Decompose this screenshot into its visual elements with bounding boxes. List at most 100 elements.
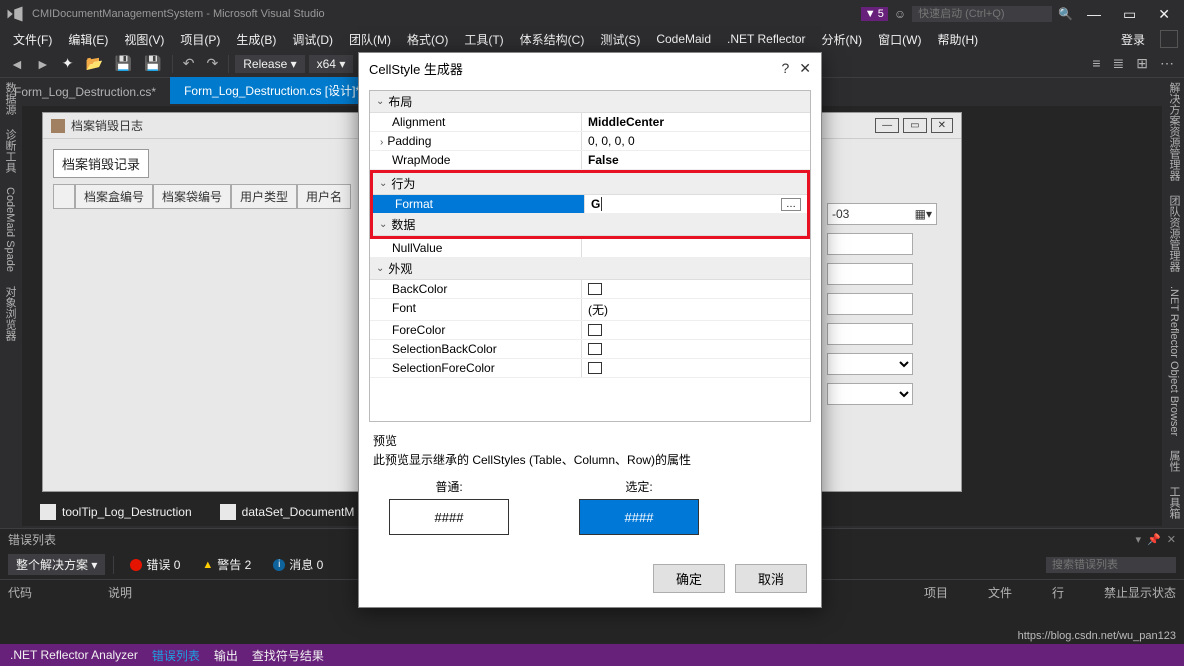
login-link[interactable]: 登录 xyxy=(1114,29,1152,50)
tray-dataset[interactable]: dataSet_DocumentM xyxy=(220,504,355,520)
cat-appearance[interactable]: ⌄外观 xyxy=(370,258,810,280)
date-picker[interactable]: -03▦▾ xyxy=(827,203,937,225)
prop-alignment[interactable]: Alignment xyxy=(370,113,582,131)
menu-debug[interactable]: 调试(D) xyxy=(285,29,340,50)
rail-solution-explorer[interactable]: 解决方案资源管理器 xyxy=(1164,78,1184,185)
col-desc[interactable]: 说明 xyxy=(108,584,132,601)
menu-window[interactable]: 窗口(W) xyxy=(871,29,928,50)
col-file[interactable]: 文件 xyxy=(988,584,1012,601)
field-2[interactable] xyxy=(827,263,913,285)
dialog-close-button[interactable]: ✕ xyxy=(799,60,811,77)
rail-object-browser[interactable]: 对象浏览器 xyxy=(0,282,20,345)
status-reflector[interactable]: .NET Reflector Analyzer xyxy=(10,648,138,662)
config-dropdown[interactable]: Release ▾ xyxy=(235,55,304,73)
errors-filter[interactable]: 错误 0 xyxy=(122,554,188,575)
prop-wrapmode[interactable]: WrapMode xyxy=(370,151,582,169)
menu-build[interactable]: 生成(B) xyxy=(229,29,283,50)
status-find[interactable]: 查找符号结果 xyxy=(252,647,324,664)
messages-filter[interactable]: 消息 0 xyxy=(265,554,331,575)
menu-analyze[interactable]: 分析(N) xyxy=(815,29,870,50)
back-button[interactable]: ◄ xyxy=(6,54,28,74)
notifications-badge[interactable]: ▼5 xyxy=(861,7,888,21)
rail-properties[interactable]: 属性 xyxy=(1164,446,1184,476)
cat-layout[interactable]: ⌄布局 xyxy=(370,91,810,113)
prop-backcolor[interactable]: BackColor xyxy=(370,280,582,298)
undo-button[interactable]: ↶ xyxy=(179,53,199,74)
menu-test[interactable]: 测试(S) xyxy=(593,29,647,50)
status-error-list[interactable]: 错误列表 xyxy=(152,647,200,664)
prop-format-value[interactable]: G… xyxy=(585,195,807,213)
col-project[interactable]: 项目 xyxy=(924,584,948,601)
redo-button[interactable]: ↷ xyxy=(203,53,223,74)
rail-reflector-browser[interactable]: .NET Reflector Object Browser xyxy=(1166,282,1182,440)
menu-help[interactable]: 帮助(H) xyxy=(931,29,986,50)
format-ellipsis-button[interactable]: … xyxy=(781,198,801,211)
align-left-icon[interactable]: ≡ xyxy=(1088,53,1104,74)
field-3[interactable] xyxy=(827,293,913,315)
cat-data[interactable]: ⌄数据 xyxy=(373,214,807,236)
prop-format[interactable]: Format xyxy=(373,195,585,213)
menu-tools[interactable]: 工具(T) xyxy=(457,29,510,50)
menu-architecture[interactable]: 体系结构(C) xyxy=(513,29,592,50)
menu-view[interactable]: 视图(V) xyxy=(117,29,171,50)
form-min-button[interactable]: ― xyxy=(875,118,899,133)
align-center-icon[interactable]: ≣ xyxy=(1109,53,1129,74)
form-close-button[interactable]: ✕ xyxy=(931,118,953,133)
forward-button[interactable]: ► xyxy=(32,54,54,74)
form-max-button[interactable]: ▭ xyxy=(903,118,926,133)
grid-icon[interactable]: ⊞ xyxy=(1132,53,1152,74)
open-button[interactable]: 📂 xyxy=(81,53,106,74)
collapse-icon[interactable]: ⌄ xyxy=(376,263,384,274)
rail-datasource[interactable]: 数据源 xyxy=(0,78,20,119)
collapse-icon[interactable]: ⌄ xyxy=(376,96,384,107)
col-2[interactable]: 用户类型 xyxy=(231,184,297,209)
minimize-button[interactable]: ― xyxy=(1079,4,1109,24)
dialog-help-button[interactable]: ? xyxy=(781,60,789,77)
warnings-filter[interactable]: 警告 2 xyxy=(194,554,259,575)
tray-tooltip[interactable]: toolTip_Log_Destruction xyxy=(40,504,192,520)
search-icon[interactable]: 🔍 xyxy=(1058,7,1073,21)
save-button[interactable]: 💾 xyxy=(111,53,136,74)
col-line[interactable]: 行 xyxy=(1052,584,1064,601)
cat-behavior[interactable]: ⌄行为 xyxy=(373,173,807,195)
quick-launch-input[interactable] xyxy=(912,6,1052,22)
col-code[interactable]: 代码 xyxy=(8,584,68,601)
collapse-icon[interactable]: ⌄ xyxy=(379,178,387,189)
rail-codemaid[interactable]: CodeMaid Spade xyxy=(2,183,18,276)
tab-code[interactable]: Form_Log_Destruction.cs* xyxy=(0,80,170,104)
prop-selbackcolor[interactable]: SelectionBackColor xyxy=(370,340,582,358)
cancel-button[interactable]: 取消 xyxy=(735,564,807,593)
menu-format[interactable]: 格式(O) xyxy=(400,29,455,50)
new-button[interactable]: ✦ xyxy=(58,53,78,74)
avatar-icon[interactable] xyxy=(1160,30,1178,48)
menu-reflector[interactable]: .NET Reflector xyxy=(720,30,812,48)
prop-padding[interactable]: ›Padding xyxy=(370,132,582,150)
platform-dropdown[interactable]: x64 ▾ xyxy=(309,55,354,73)
menu-team[interactable]: 团队(M) xyxy=(342,29,398,50)
col-1[interactable]: 档案袋编号 xyxy=(153,184,231,209)
panel-pin-icon[interactable]: 📌 xyxy=(1147,533,1161,546)
col-0[interactable]: 档案盒编号 xyxy=(75,184,153,209)
menu-project[interactable]: 项目(P) xyxy=(173,29,227,50)
field-4[interactable] xyxy=(827,323,913,345)
col-suppress[interactable]: 禁止显示状态 xyxy=(1104,584,1176,601)
prop-font[interactable]: Font xyxy=(370,299,582,320)
menu-file[interactable]: 文件(F) xyxy=(6,29,59,50)
menu-edit[interactable]: 编辑(E) xyxy=(61,29,115,50)
maximize-button[interactable]: ▭ xyxy=(1115,4,1144,25)
prop-forecolor[interactable]: ForeColor xyxy=(370,321,582,339)
rail-team-explorer[interactable]: 团队资源管理器 xyxy=(1164,191,1184,276)
feedback-icon[interactable]: ☺ xyxy=(894,7,906,21)
prop-selforecolor[interactable]: SelectionForeColor xyxy=(370,359,582,377)
field-1[interactable] xyxy=(827,233,913,255)
save-all-button[interactable]: 💾 xyxy=(140,53,165,74)
collapse-icon[interactable]: ⌄ xyxy=(379,219,387,230)
scope-dropdown[interactable]: 整个解决方案 ▾ xyxy=(8,554,105,575)
rail-toolbox[interactable]: 工具箱 xyxy=(1164,482,1184,523)
layout-more-icon[interactable]: ⋯ xyxy=(1156,53,1178,74)
panel-dropdown-icon[interactable]: ▾ xyxy=(1136,533,1142,546)
field-5[interactable] xyxy=(827,353,913,375)
col-3[interactable]: 用户名 xyxy=(297,184,351,209)
prop-nullvalue[interactable]: NullValue xyxy=(370,239,582,257)
status-output[interactable]: 输出 xyxy=(214,647,238,664)
